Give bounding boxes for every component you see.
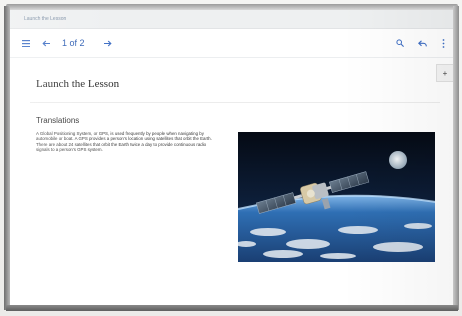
monitor-bezel-bottom xyxy=(6,305,458,311)
page-indicator: 1 of 2 xyxy=(62,38,85,48)
lesson-page: Launch the Lesson + Translations A Globa… xyxy=(10,58,453,305)
plus-icon: + xyxy=(442,68,448,78)
search-icon[interactable] xyxy=(392,29,408,57)
title-divider xyxy=(30,102,440,103)
title-bar: Launch the Lesson xyxy=(10,10,453,29)
body-paragraph: A Global Positioning System, or GPS, is … xyxy=(36,131,212,153)
section-heading: Translations xyxy=(36,116,80,125)
sidebar-toggle-button[interactable]: + xyxy=(436,64,453,82)
reply-icon[interactable] xyxy=(414,29,430,57)
arrow-left-icon[interactable] xyxy=(38,29,54,57)
window-title: Launch the Lesson xyxy=(24,16,67,22)
menu-icon[interactable] xyxy=(18,29,34,57)
app-screen: Launch the Lesson 1 of 2 Launch the Less… xyxy=(10,10,453,305)
reader-toolbar: 1 of 2 xyxy=(10,29,453,58)
page-title: Launch the Lesson xyxy=(36,78,120,90)
monitor-bezel-right xyxy=(453,6,459,310)
more-vertical-icon[interactable] xyxy=(436,29,450,57)
satellite-image xyxy=(238,132,435,262)
arrow-right-icon[interactable] xyxy=(100,29,116,57)
